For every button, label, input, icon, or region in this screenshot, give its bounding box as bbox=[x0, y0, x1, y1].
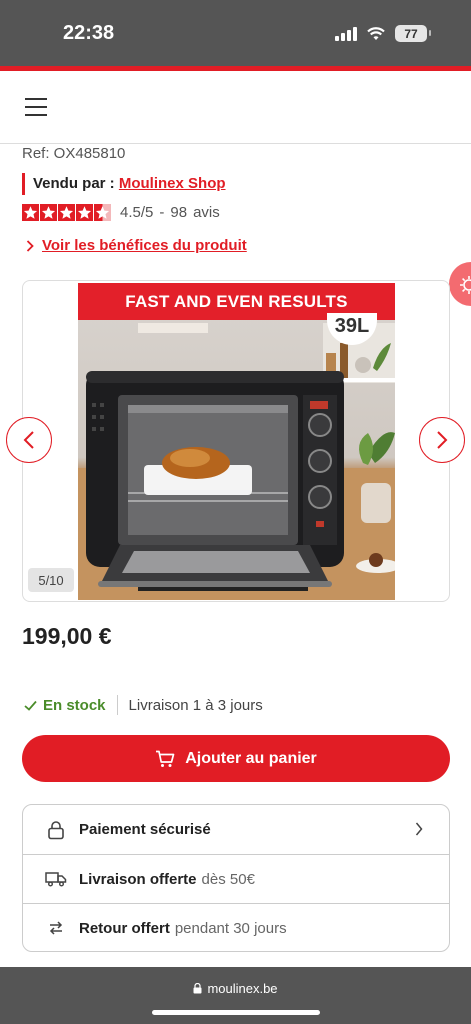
cart-icon bbox=[156, 750, 175, 767]
info-title: Retour offert bbox=[79, 919, 170, 937]
add-to-cart-label: Ajouter au panier bbox=[185, 749, 317, 767]
product-price: 199,00 € bbox=[22, 623, 112, 649]
lock-icon bbox=[193, 983, 202, 994]
hamburger-menu-icon[interactable] bbox=[25, 98, 47, 116]
info-row-payment[interactable]: Paiement sécurisé bbox=[23, 805, 449, 854]
home-indicator[interactable] bbox=[152, 1010, 320, 1015]
rating-separator: - bbox=[159, 203, 165, 221]
availability-row: En stock Livraison 1 à 3 jours bbox=[24, 694, 263, 716]
info-detail: pendant 30 jours bbox=[174, 919, 287, 937]
divider bbox=[116, 695, 118, 715]
info-box: Paiement sécurisé Livraison offerte dès … bbox=[22, 804, 450, 952]
stock-label: En stock bbox=[43, 696, 106, 714]
wifi-icon bbox=[367, 26, 385, 40]
product-ref: Ref: OX485810 bbox=[22, 145, 126, 162]
chevron-right-icon bbox=[437, 431, 448, 449]
gallery-next-button[interactable] bbox=[419, 417, 465, 463]
info-detail: dès 50€ bbox=[201, 870, 255, 888]
battery-level: 77 bbox=[404, 26, 418, 41]
info-title: Livraison offerte bbox=[79, 870, 197, 888]
seller-info: Vendu par : Moulinex Shop bbox=[22, 173, 226, 195]
url-text: moulinex.be bbox=[207, 981, 278, 996]
info-row-delivery: Livraison offerte dès 50€ bbox=[23, 854, 449, 903]
star-icon bbox=[40, 203, 57, 221]
reviews-count: 98 bbox=[170, 203, 188, 221]
check-icon bbox=[24, 700, 37, 711]
truck-icon bbox=[45, 871, 67, 887]
reviews-label: avis bbox=[193, 203, 220, 221]
browser-bottom-bar: moulinex.be bbox=[0, 967, 471, 1024]
rating-score: 4.5/5 bbox=[120, 203, 154, 221]
image-counter: 5/10 bbox=[28, 568, 74, 592]
battery-icon: 77 bbox=[395, 25, 431, 42]
star-icon bbox=[76, 203, 93, 221]
delivery-time: Livraison 1 à 3 jours bbox=[128, 696, 263, 714]
chevron-right-icon bbox=[415, 822, 423, 836]
site-header bbox=[0, 71, 471, 144]
rating-stars bbox=[22, 203, 111, 221]
seller-label: Vendu par : bbox=[33, 175, 115, 192]
floating-help-button[interactable] bbox=[449, 262, 471, 306]
benefits-label: Voir les bénéfices du produit bbox=[42, 237, 247, 254]
stock-status: En stock bbox=[24, 697, 106, 714]
status-bar: 22:38 77 bbox=[0, 0, 471, 66]
signal-icon bbox=[335, 26, 357, 41]
seller-link[interactable]: Moulinex Shop bbox=[119, 175, 226, 192]
exchange-icon bbox=[45, 920, 67, 936]
product-rating[interactable]: 4.5/5 - 98 avis bbox=[22, 203, 220, 221]
star-icon bbox=[22, 203, 39, 221]
status-time: 22:38 bbox=[63, 22, 115, 44]
gallery-prev-button[interactable] bbox=[6, 417, 52, 463]
star-icon bbox=[58, 203, 75, 221]
status-icons: 77 bbox=[335, 25, 431, 42]
half-star-icon bbox=[94, 203, 111, 221]
info-title: Paiement sécurisé bbox=[79, 821, 211, 838]
chevron-right-icon bbox=[26, 239, 34, 252]
product-image[interactable]: FAST AND EVEN RESULTS 39L bbox=[78, 283, 395, 600]
address-bar[interactable]: moulinex.be bbox=[0, 981, 471, 996]
benefits-link[interactable]: Voir les bénéfices du produit bbox=[26, 237, 247, 254]
lock-icon bbox=[45, 820, 67, 840]
info-row-return: Retour offert pendant 30 jours bbox=[23, 903, 449, 952]
chevron-left-icon bbox=[23, 431, 34, 449]
add-to-cart-button[interactable]: Ajouter au panier bbox=[22, 735, 450, 782]
lightbulb-icon bbox=[460, 276, 471, 294]
product-gallery[interactable]: FAST AND EVEN RESULTS 39L 5/10 bbox=[22, 280, 450, 602]
